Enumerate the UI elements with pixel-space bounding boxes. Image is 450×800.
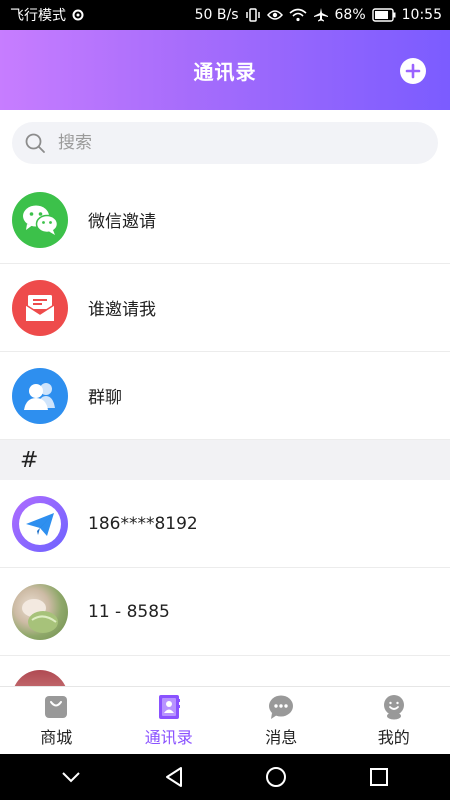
list-item-label: 微信邀请 (88, 212, 156, 232)
list-item-label: 谁邀请我 (88, 300, 156, 320)
photo-avatar (12, 583, 68, 640)
wifi-icon (288, 8, 307, 22)
shop-bag-icon (45, 695, 68, 718)
invite-mail-icon (12, 279, 68, 336)
plus-icon (405, 63, 421, 79)
group-chat-icon (12, 367, 68, 424)
back-triangle-icon (165, 767, 182, 787)
recents-square-icon (369, 768, 388, 786)
tab-label: 我的 (377, 727, 410, 747)
battery-icon (371, 8, 396, 22)
message-bubble-icon (269, 695, 294, 719)
search-icon (24, 132, 46, 154)
list-item-who-invited-me[interactable]: 谁邀请我 (0, 264, 450, 352)
status-bar: 飞行模式 50 B/s 68% 10:55 (0, 0, 450, 30)
tab-label: 商城 (40, 727, 73, 747)
battery-percent: 68% (334, 7, 366, 23)
hide-nav-button[interactable] (51, 757, 91, 797)
section-index-header: # (0, 440, 450, 480)
search-input[interactable] (58, 133, 398, 153)
list-item-label: 群聊 (88, 388, 122, 408)
search-bar (12, 122, 438, 164)
system-navigation-bar (0, 754, 450, 800)
network-speed: 50 B/s (194, 7, 239, 23)
tab-label: 消息 (265, 727, 298, 747)
tab-profile[interactable]: 我的 (338, 687, 450, 754)
profile-icon (383, 694, 404, 719)
contact-row[interactable]: 11 - 8585 (0, 568, 450, 656)
contact-name: 11 - 8585 (88, 601, 170, 622)
tab-messages[interactable]: 消息 (225, 687, 338, 754)
eye-icon (266, 9, 283, 21)
paper-plane-avatar (12, 495, 68, 552)
app-header: 通讯录 (0, 30, 450, 110)
list-item-group-chat[interactable]: 群聊 (0, 352, 450, 440)
bottom-navigation: 商城 通讯录 消息 我的 (0, 686, 450, 754)
contact-row[interactable]: 186****8192 (0, 480, 450, 568)
back-button[interactable] (154, 757, 194, 797)
contacts-list: 微信邀请 谁邀请我 群聊 # 186****8192 11 - 8585 (0, 176, 450, 696)
page-title: 通讯录 (193, 59, 257, 84)
vibrate-icon (245, 8, 261, 22)
list-item-wechat-invite[interactable]: 微信邀请 (0, 176, 450, 264)
sync-icon (72, 9, 84, 21)
home-circle-icon (266, 767, 287, 787)
contact-name: 186****8192 (88, 513, 198, 534)
recents-button[interactable] (359, 757, 399, 797)
tab-contacts[interactable]: 通讯录 (113, 687, 226, 754)
home-button[interactable] (256, 757, 296, 797)
wechat-icon (12, 191, 68, 248)
search-box[interactable] (12, 122, 438, 164)
contacts-book-icon (158, 694, 180, 719)
add-contact-button[interactable] (400, 58, 426, 84)
clock: 10:55 (401, 7, 442, 23)
chevron-down-icon (62, 772, 80, 783)
tab-label: 通讯录 (144, 727, 193, 747)
tab-shop[interactable]: 商城 (0, 687, 113, 754)
airplane-mode-label: 飞行模式 (10, 8, 66, 24)
airplane-icon (313, 7, 329, 23)
